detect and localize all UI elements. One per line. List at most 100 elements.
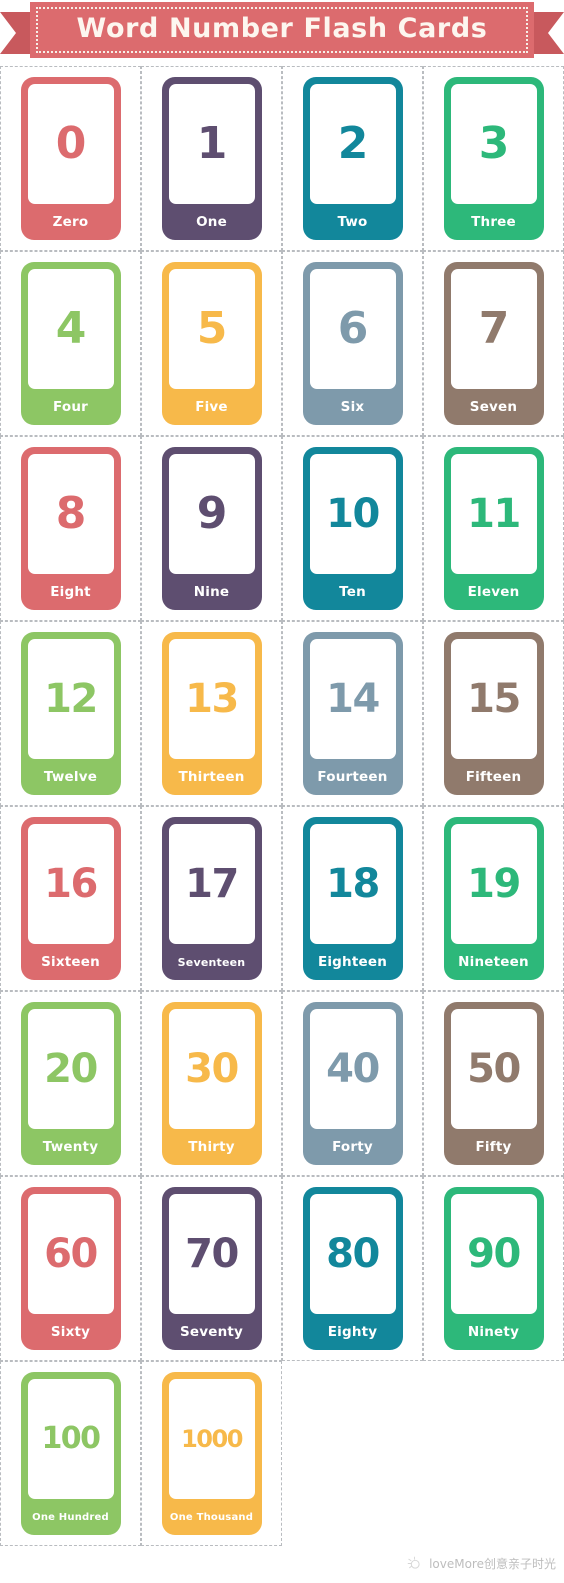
page-title: Word Number Flash Cards (76, 13, 488, 44)
flash-card-face: 5 (168, 269, 255, 389)
page-banner: Word Number Flash Cards (0, 0, 564, 66)
flash-card[interactable]: 10 Ten (302, 447, 403, 610)
flash-card-face: 60 (27, 1194, 114, 1314)
flash-card-face: 7 (450, 269, 537, 389)
flash-card-cell: 19 Nineteen (423, 806, 564, 991)
flash-card-cell: 50 Fifty (423, 991, 564, 1176)
flash-card-cell: 18 Eighteen (282, 806, 423, 991)
flash-card-number: 1000 (181, 1425, 243, 1453)
flash-card[interactable]: 9 Nine (161, 447, 262, 610)
flash-card-cell: 9 Nine (141, 436, 282, 621)
flash-card[interactable]: 70 Seventy (161, 1187, 262, 1350)
flash-card-cell: 15 Fifteen (423, 621, 564, 806)
flash-card[interactable]: 1 One (161, 77, 262, 240)
flash-card-cell: 60 Sixty (0, 1176, 141, 1361)
flash-card-word: Nine (193, 584, 230, 600)
flash-card-number: 0 (55, 118, 87, 169)
flash-card-cell: 6 Six (282, 251, 423, 436)
flash-card-word: Eight (50, 584, 91, 600)
flash-card-face: 15 (450, 639, 537, 759)
flash-card[interactable]: 0 Zero (20, 77, 121, 240)
flash-card-cell: 12 Twelve (0, 621, 141, 806)
flash-card-word: Fifteen (465, 769, 522, 785)
flash-card[interactable]: 17 Seventeen (161, 817, 262, 980)
flash-card-cell: 30 Thirty (141, 991, 282, 1176)
flash-card[interactable]: 5 Five (161, 262, 262, 425)
flash-card-number: 10 (326, 491, 380, 537)
flash-card[interactable]: 18 Eighteen (302, 817, 403, 980)
flash-card-number: 19 (467, 861, 521, 907)
flash-card-number: 4 (55, 303, 87, 354)
flash-card-cell: 2 Two (282, 66, 423, 251)
flash-card-number: 50 (467, 1046, 521, 1092)
flash-card[interactable]: 12 Twelve (20, 632, 121, 795)
flash-card[interactable]: 4 Four (20, 262, 121, 425)
flash-card-word: Ten (339, 584, 366, 600)
ribbon-body: Word Number Flash Cards (30, 2, 534, 58)
flash-card-number: 18 (326, 861, 380, 907)
flash-card-word: Thirty (188, 1139, 235, 1155)
flash-card-cell: 11 Eleven (423, 436, 564, 621)
flash-card-number: 20 (44, 1046, 98, 1092)
flash-card-word: Nineteen (458, 954, 529, 970)
flash-card-word: Sixty (50, 1324, 91, 1340)
flash-card-word: One (196, 214, 227, 230)
flash-card[interactable]: 90 Ninety (443, 1187, 544, 1350)
flash-card-face: 6 (309, 269, 396, 389)
flash-card-face: 0 (27, 84, 114, 204)
flash-card-face: 70 (168, 1194, 255, 1314)
flash-card[interactable]: 60 Sixty (20, 1187, 121, 1350)
flash-card[interactable]: 1000 One Thousand (161, 1372, 262, 1535)
flash-card[interactable]: 2 Two (302, 77, 403, 240)
flash-card-word: Ninety (467, 1324, 520, 1340)
flash-card[interactable]: 20 Twenty (20, 1002, 121, 1165)
flash-card-face: 13 (168, 639, 255, 759)
flash-card-word: Four (52, 399, 89, 415)
flash-card-face: 17 (168, 824, 255, 944)
flash-card[interactable]: 8 Eight (20, 447, 121, 610)
flash-card[interactable]: 15 Fifteen (443, 632, 544, 795)
flash-card[interactable]: 16 Sixteen (20, 817, 121, 980)
flash-card-word: Fifty (475, 1139, 512, 1155)
flash-card-number: 11 (467, 491, 521, 537)
flash-card[interactable]: 50 Fifty (443, 1002, 544, 1165)
flash-card-cell: 7 Seven (423, 251, 564, 436)
flash-card-face: 3 (450, 84, 537, 204)
flash-card-word: Seven (469, 399, 518, 415)
flash-card-face: 80 (309, 1194, 396, 1314)
flash-card-word: Eighteen (317, 954, 388, 970)
flash-card-number: 6 (337, 303, 369, 354)
flash-card-face: 90 (450, 1194, 537, 1314)
flash-card[interactable]: 30 Thirty (161, 1002, 262, 1165)
flash-card-cell: 20 Twenty (0, 991, 141, 1176)
flash-card[interactable]: 40 Forty (302, 1002, 403, 1165)
flash-card[interactable]: 100 One Hundred (20, 1372, 121, 1535)
flash-card-word: Twelve (43, 769, 98, 785)
flash-card[interactable]: 11 Eleven (443, 447, 544, 610)
flash-card-word: Eleven (467, 584, 520, 600)
flash-card-cell: 90 Ninety (423, 1176, 564, 1361)
flash-card[interactable]: 3 Three (443, 77, 544, 240)
flash-card-cell: 40 Forty (282, 991, 423, 1176)
flash-card-face: 1000 (168, 1379, 255, 1499)
flash-card-number: 3 (478, 118, 510, 169)
flash-card-number: 2 (337, 118, 369, 169)
flash-card-cell: 1000 One Thousand (141, 1361, 282, 1546)
flash-card-face: 14 (309, 639, 396, 759)
flash-card-number: 16 (44, 861, 98, 907)
flash-card[interactable]: 19 Nineteen (443, 817, 544, 980)
flash-card-face: 19 (450, 824, 537, 944)
flash-card[interactable]: 14 Fourteen (302, 632, 403, 795)
flash-card-cell: 5 Five (141, 251, 282, 436)
flash-card[interactable]: 6 Six (302, 262, 403, 425)
flash-card[interactable]: 7 Seven (443, 262, 544, 425)
flash-card[interactable]: 80 Eighty (302, 1187, 403, 1350)
flash-card-face: 100 (27, 1379, 114, 1499)
flash-card-cell: 0 Zero (0, 66, 141, 251)
flash-card-word: Fourteen (317, 769, 388, 785)
flash-card-face: 9 (168, 454, 255, 574)
flash-card-face: 10 (309, 454, 396, 574)
flash-card[interactable]: 13 Thirteen (161, 632, 262, 795)
flash-card-number: 5 (196, 303, 228, 354)
flash-card-word: Forty (332, 1139, 373, 1155)
